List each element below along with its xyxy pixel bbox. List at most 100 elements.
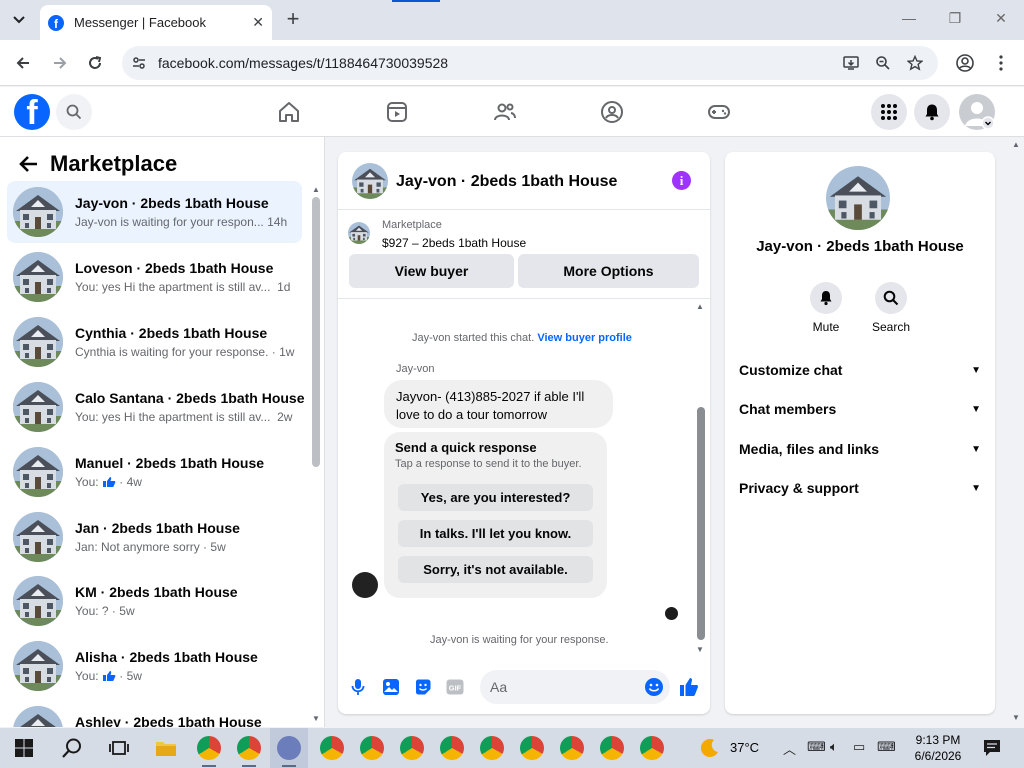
groups-icon[interactable]	[599, 99, 625, 125]
mute-button[interactable]: Mute	[796, 282, 856, 334]
seen-indicator	[665, 607, 678, 620]
listing-thumbnail	[13, 382, 63, 432]
emoji-icon[interactable]	[644, 677, 664, 697]
chat-title[interactable]: Jay-von · 2beds 1bath House	[396, 173, 617, 191]
quick-response-option[interactable]: In talks. I'll let you know.	[398, 520, 593, 547]
meet-now-icon[interactable]: ⌨	[807, 739, 826, 755]
tab-loading-indicator	[392, 0, 440, 2]
bookmark-star-icon[interactable]	[906, 54, 924, 72]
app-icon[interactable]	[277, 736, 301, 760]
sticker-icon[interactable]	[413, 677, 433, 697]
page-scroll-down-icon[interactable]: ▼	[1012, 713, 1020, 722]
task-view-icon[interactable]	[107, 736, 131, 760]
scroll-down-arrow-icon[interactable]: ▼	[312, 714, 320, 723]
forward-icon[interactable]	[48, 51, 72, 75]
home-icon[interactable]	[276, 99, 302, 125]
chat-scroll-down-icon[interactable]: ▼	[696, 645, 704, 654]
page-scroll-up-icon[interactable]: ▲	[1012, 140, 1020, 149]
volume-icon[interactable]: 🔈︎	[830, 739, 838, 755]
profile-icon[interactable]	[953, 51, 977, 75]
chrome-app-icon[interactable]	[237, 736, 261, 760]
keyboard-icon[interactable]: ⌨︎	[877, 739, 896, 755]
restore-button[interactable]: ❐	[940, 10, 970, 27]
browser-tab-messenger[interactable]: f Messenger | Facebook ✕	[40, 5, 272, 40]
tab-search-chevron-icon[interactable]	[6, 8, 32, 32]
network-icon[interactable]: ▭	[853, 739, 865, 755]
chat-members-row[interactable]: Chat members ▼	[739, 397, 981, 421]
sidebar-scrollbar[interactable]	[312, 197, 320, 467]
conversation-preview: You: ? · 5w	[75, 604, 135, 618]
windows-taskbar: 37°C ︿ ⌨ 🔈︎ ▭ ⌨︎ 9:13 PM 6/6/2026	[0, 728, 1024, 768]
facebook-search-icon[interactable]	[56, 94, 92, 130]
quick-response-option[interactable]: Yes, are you interested?	[398, 484, 593, 511]
like-button-icon[interactable]	[679, 677, 699, 697]
notifications-bell-icon[interactable]	[914, 94, 950, 130]
system-clock[interactable]: 9:13 PM 6/6/2026	[904, 732, 972, 764]
chat-thumbnail[interactable]	[352, 163, 388, 199]
conversation-item[interactable]: Ashley · 2beds 1bath House	[7, 700, 302, 727]
message-input[interactable]: Aa	[480, 670, 670, 704]
menu-grid-icon[interactable]	[871, 94, 907, 130]
zoom-icon[interactable]	[874, 54, 892, 72]
search-conversation-button[interactable]: Search	[861, 282, 921, 334]
photo-icon[interactable]	[381, 677, 401, 697]
info-icon[interactable]: i	[672, 171, 691, 190]
address-bar[interactable]: facebook.com/messages/t/1188464730039528	[122, 46, 938, 80]
back-arrow-icon[interactable]	[16, 152, 40, 176]
conversation-item[interactable]: KM · 2beds 1bath House You: ? · 5w	[7, 570, 302, 632]
install-app-icon[interactable]	[842, 54, 860, 72]
chrome-profile-icon[interactable]	[440, 736, 464, 760]
message-bubble: Jayvon- (413)885-2027 if able I'll love …	[384, 380, 613, 428]
chrome-profile-icon[interactable]	[560, 736, 584, 760]
account-avatar[interactable]	[959, 94, 995, 130]
new-tab-button[interactable]: +	[282, 8, 304, 30]
chrome-app-icon[interactable]	[197, 736, 221, 760]
taskbar-search-icon[interactable]	[60, 736, 84, 760]
chat-scroll-up-icon[interactable]: ▲	[696, 302, 704, 311]
chrome-profile-icon[interactable]	[600, 736, 624, 760]
chat-scrollbar[interactable]	[697, 407, 705, 640]
weather-moon-icon[interactable]	[698, 736, 722, 760]
customize-chat-row[interactable]: Customize chat ▼	[739, 358, 981, 382]
conversation-item[interactable]: Manuel · 2beds 1bath House You: · 4w	[7, 441, 302, 503]
weather-temperature[interactable]: 37°C	[730, 740, 759, 755]
quick-response-option[interactable]: Sorry, it's not available.	[398, 556, 593, 583]
close-window-button[interactable]: ✕	[986, 10, 1016, 27]
microphone-icon[interactable]	[348, 677, 368, 697]
video-icon[interactable]	[384, 99, 410, 125]
scroll-up-arrow-icon[interactable]: ▲	[312, 185, 320, 194]
chrome-profile-icon[interactable]	[480, 736, 504, 760]
show-hidden-icons-chevron-icon[interactable]: ︿	[783, 739, 796, 758]
notification-center-icon[interactable]	[980, 736, 1004, 760]
site-info-icon[interactable]	[130, 54, 148, 72]
facebook-logo-icon[interactable]: f	[14, 94, 50, 130]
tab-close-icon[interactable]: ✕	[252, 14, 264, 31]
file-explorer-icon[interactable]	[154, 736, 178, 760]
sender-avatar	[352, 572, 378, 598]
privacy-support-row[interactable]: Privacy & support ▼	[739, 476, 981, 500]
conversation-item[interactable]: Cynthia · 2beds 1bath House Cynthia is w…	[7, 311, 302, 373]
media-files-links-row[interactable]: Media, files and links ▼	[739, 437, 981, 461]
back-icon[interactable]	[11, 51, 35, 75]
minimize-button[interactable]: —	[894, 10, 924, 26]
conversation-item[interactable]: Loveson · 2beds 1bath House You: yes Hi …	[7, 246, 302, 308]
conversation-item[interactable]: Alisha · 2beds 1bath House You: · 5w	[7, 635, 302, 697]
friends-icon[interactable]	[492, 99, 518, 125]
reload-icon[interactable]	[83, 51, 107, 75]
more-options-button[interactable]: More Options	[518, 254, 699, 288]
chrome-profile-icon[interactable]	[320, 736, 344, 760]
chrome-profile-icon[interactable]	[360, 736, 384, 760]
gif-icon[interactable]: GIF	[445, 677, 465, 697]
conversation-item[interactable]: Calo Santana · 2beds 1bath House You: ye…	[7, 376, 305, 438]
browser-menu-icon[interactable]	[989, 51, 1013, 75]
chrome-profile-icon[interactable]	[640, 736, 664, 760]
gaming-icon[interactable]	[706, 99, 732, 125]
view-buyer-profile-link[interactable]: View buyer profile	[537, 332, 632, 344]
conversation-item[interactable]: Jan · 2beds 1bath House Jan: Not anymore…	[7, 506, 302, 568]
chrome-profile-icon[interactable]	[520, 736, 544, 760]
chevron-down-icon: ▼	[971, 443, 981, 455]
windows-start-icon[interactable]	[12, 736, 36, 760]
chrome-profile-icon[interactable]	[400, 736, 424, 760]
conversation-item[interactable]: Jay-von · 2beds 1bath House Jay-von is w…	[7, 181, 302, 243]
view-buyer-button[interactable]: View buyer	[349, 254, 514, 288]
